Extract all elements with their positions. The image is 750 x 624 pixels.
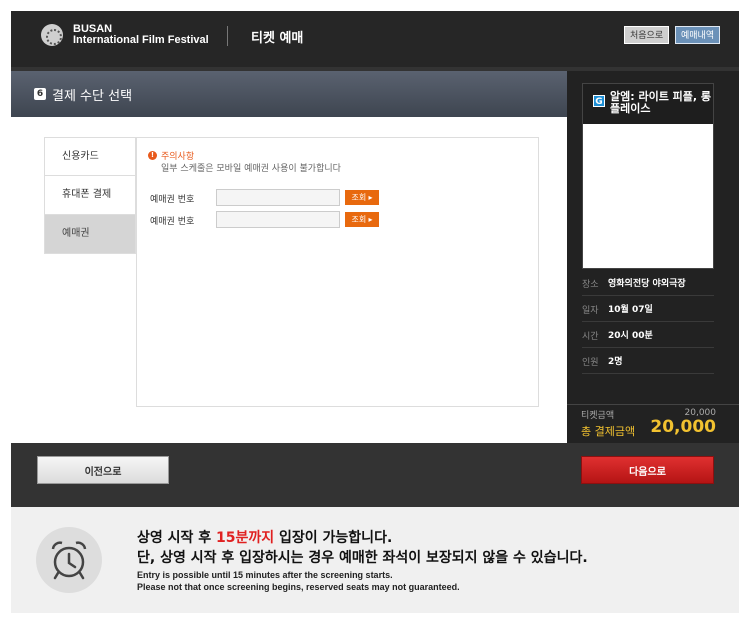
total-price-label: 총 결제금액 bbox=[581, 425, 636, 438]
info-key: 장소 bbox=[582, 280, 599, 290]
info-time: 시간 20시 00분 bbox=[582, 322, 714, 348]
info-key: 시간 bbox=[582, 332, 599, 342]
previous-button[interactable]: 이전으로 bbox=[37, 456, 169, 484]
movie-poster: G 알엠: 라이트 피플, 롱 플레이스 bbox=[582, 83, 714, 269]
tab-mobile-payment[interactable]: 휴대폰 결제 bbox=[44, 176, 136, 215]
next-button[interactable]: 다음으로 bbox=[581, 456, 714, 484]
entry-notice-english-1: Entry is possible until 15 minutes after… bbox=[137, 570, 393, 580]
info-value: 20시 00분 bbox=[608, 331, 653, 341]
entry-notice-line1: 상영 시작 후 15분까지 입장이 가능합니다. bbox=[137, 527, 392, 547]
total-price-value: 20,000 bbox=[650, 417, 716, 437]
info-value: 2명 bbox=[608, 357, 623, 367]
voucher-lookup-button[interactable]: 조회 ▸ bbox=[345, 212, 379, 227]
notice-text: 일부 스케줄은 모바일 예매권 사용이 불가합니다 bbox=[161, 164, 341, 174]
entry-notice-pre: 상영 시작 후 bbox=[137, 530, 217, 546]
voucher-row-1: 예매권 번호 조회 ▸ bbox=[150, 189, 390, 207]
tab-credit-card[interactable]: 신용카드 bbox=[44, 137, 136, 176]
entry-notice-line2: 단, 상영 시작 후 입장하시는 경우 예매한 좌석이 보장되지 않을 수 있습… bbox=[137, 550, 588, 566]
ticket-price-label: 티켓금액 bbox=[581, 411, 615, 421]
entry-notice-post: 입장이 가능합니다. bbox=[274, 530, 393, 546]
price-summary: 티켓금액 20,000 총 결제금액 20,000 bbox=[567, 404, 739, 443]
payment-panel: 6 결제 수단 선택 신용카드 휴대폰 결제 예매권 ! 주의사항 일부 스케줄… bbox=[11, 71, 567, 443]
logo-line2: International Film Festival bbox=[73, 34, 209, 46]
page-title: 티켓 예매 bbox=[251, 31, 304, 46]
warning-icon: ! bbox=[148, 151, 157, 160]
voucher-label: 예매권 번호 bbox=[150, 195, 195, 205]
movie-title: 알엠: 라이트 피플, 롱 플레이스 bbox=[610, 90, 712, 115]
payment-method-tabs: 신용카드 휴대폰 결제 예매권 bbox=[44, 137, 136, 254]
info-key: 일자 bbox=[582, 306, 599, 316]
ticket-window: BUSAN International Film Festival 티켓 예매 … bbox=[11, 11, 739, 613]
voucher-number-input[interactable] bbox=[216, 211, 340, 228]
voucher-content: ! 주의사항 일부 스케줄은 모바일 예매권 사용이 불가합니다 예매권 번호 … bbox=[136, 137, 539, 407]
alarm-clock-icon bbox=[36, 527, 102, 593]
entry-notice-highlight: 15분까지 bbox=[216, 530, 275, 546]
festival-logo-text: BUSAN International Film Festival bbox=[73, 24, 209, 46]
voucher-row-2: 예매권 번호 조회 ▸ bbox=[150, 211, 390, 229]
info-value: 영화의전당 야외극장 bbox=[608, 279, 686, 289]
payment-body: 신용카드 휴대폰 결제 예매권 ! 주의사항 일부 스케줄은 모바일 예매권 사… bbox=[11, 117, 567, 443]
voucher-lookup-button[interactable]: 조회 ▸ bbox=[345, 190, 379, 205]
step-number: 6 bbox=[34, 88, 46, 100]
entry-notice-english-2: Please not that once screening begins, r… bbox=[137, 582, 460, 592]
voucher-number-input[interactable] bbox=[216, 189, 340, 206]
info-venue: 장소 영화의전당 야외극장 bbox=[582, 270, 714, 296]
top-divider bbox=[227, 26, 228, 46]
booking-history-button[interactable]: 예매내역 bbox=[675, 26, 721, 44]
info-value: 10월 07일 bbox=[608, 305, 653, 315]
top-bar: BUSAN International Film Festival 티켓 예매 … bbox=[11, 11, 739, 67]
movie-header: G 알엠: 라이트 피플, 롱 플레이스 bbox=[583, 84, 713, 124]
tab-voucher[interactable]: 예매권 bbox=[44, 215, 136, 254]
festival-logo-icon bbox=[41, 24, 63, 46]
info-key: 인원 bbox=[582, 358, 599, 368]
home-button[interactable]: 처음으로 bbox=[624, 26, 670, 44]
booking-summary: G 알엠: 라이트 피플, 롱 플레이스 장소 영화의전당 야외극장 일자 10… bbox=[567, 71, 739, 443]
step-title: 결제 수단 선택 bbox=[52, 89, 133, 104]
info-people: 인원 2명 bbox=[582, 348, 714, 374]
step-header: 6 결제 수단 선택 bbox=[11, 71, 567, 117]
voucher-label: 예매권 번호 bbox=[150, 217, 195, 227]
rating-badge: G bbox=[593, 95, 605, 107]
info-date: 일자 10월 07일 bbox=[582, 296, 714, 322]
entry-notice: 상영 시작 후 15분까지 입장이 가능합니다. 단, 상영 시작 후 입장하시… bbox=[11, 507, 739, 613]
